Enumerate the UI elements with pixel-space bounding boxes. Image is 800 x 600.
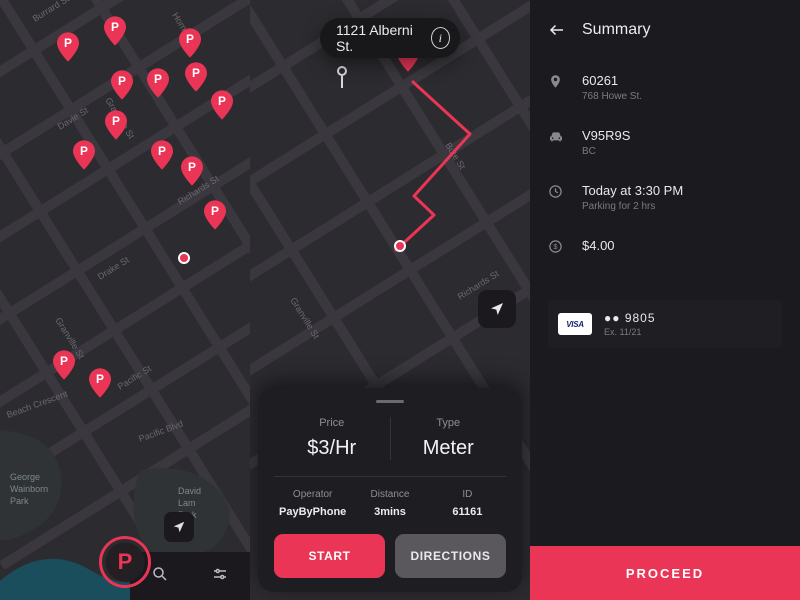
summary-item-subtitle: BC: [582, 146, 630, 157]
locate-me-button[interactable]: [478, 290, 516, 328]
parking-pin[interactable]: P: [204, 200, 226, 230]
id-label: ID: [429, 489, 506, 500]
summary-item: Today at 3:30 PM Parking for 2 hrs: [548, 170, 782, 225]
svg-text:P: P: [112, 114, 120, 128]
operator-value: PayByPhone: [274, 506, 351, 518]
pin-icon: [548, 74, 566, 94]
logo-letter: P: [118, 549, 133, 575]
id-value: 61161: [429, 506, 506, 518]
summary-item-subtitle: 768 Howe St.: [582, 91, 642, 102]
svg-text:P: P: [64, 36, 72, 50]
parking-pin[interactable]: P: [104, 16, 126, 46]
svg-text:$: $: [553, 242, 558, 251]
app-logo-button[interactable]: P: [99, 536, 151, 588]
parking-pin[interactable]: P: [151, 140, 173, 170]
parking-pin[interactable]: P: [105, 110, 127, 140]
money-icon: $: [548, 239, 566, 259]
svg-text:David: David: [178, 486, 201, 496]
summary-item-title: V95R9S: [582, 128, 630, 143]
locate-me-button[interactable]: [164, 512, 194, 542]
arrow-left-icon: [548, 21, 566, 39]
svg-text:Lam: Lam: [178, 498, 196, 508]
parking-pin[interactable]: P: [179, 28, 201, 58]
clock-icon: [548, 184, 566, 204]
route-origin-marker: [337, 66, 347, 88]
address-pill[interactable]: 1121 Alberni St. i: [320, 18, 460, 58]
sliders-icon: [211, 565, 229, 583]
parking-pin[interactable]: P: [211, 90, 233, 120]
operator-label: Operator: [274, 489, 351, 500]
location-arrow-icon: [489, 301, 505, 317]
svg-text:P: P: [211, 204, 219, 218]
filters-button[interactable]: [211, 565, 229, 588]
parking-pin[interactable]: P: [89, 368, 111, 398]
svg-text:P: P: [111, 20, 119, 34]
svg-text:Burrard St: Burrard St: [31, 0, 72, 24]
parking-pin[interactable]: P: [57, 32, 79, 62]
svg-text:Wainborn: Wainborn: [10, 484, 48, 494]
page-title: Summary: [582, 21, 650, 39]
visa-badge: VISA: [558, 313, 592, 335]
search-button[interactable]: [151, 565, 169, 588]
card-last4: ●● 9805: [604, 311, 656, 325]
back-button[interactable]: [548, 20, 568, 40]
distance-value: 3mins: [351, 506, 428, 518]
parking-pin[interactable]: P: [147, 68, 169, 98]
proceed-button[interactable]: PROCEED: [530, 546, 800, 600]
info-button[interactable]: i: [431, 27, 450, 49]
map-overview-pane: George Wainborn Park David Lam Park Burr…: [0, 0, 250, 600]
svg-text:P: P: [80, 144, 88, 158]
parking-pin[interactable]: P: [73, 140, 95, 170]
summary-pane: Summary 60261 768 Howe St. V95R9S BC Today a…: [530, 0, 800, 600]
start-button[interactable]: START: [274, 534, 385, 578]
summary-item: $ $4.00: [548, 225, 782, 272]
summary-item-title: 60261: [582, 73, 642, 88]
payment-method-card[interactable]: VISA ●● 9805 Ex. 11/21: [548, 300, 782, 348]
svg-text:P: P: [158, 144, 166, 158]
info-icon: i: [439, 31, 442, 46]
search-icon: [151, 565, 169, 583]
price-label: Price: [274, 417, 390, 429]
svg-text:P: P: [96, 372, 104, 386]
type-label: Type: [391, 417, 507, 429]
car-icon: [548, 129, 566, 150]
svg-text:P: P: [186, 32, 194, 46]
svg-text:P: P: [118, 74, 126, 88]
svg-text:Park: Park: [10, 496, 29, 506]
location-arrow-icon: [172, 520, 186, 534]
parking-pin[interactable]: P: [181, 156, 203, 186]
parking-pin[interactable]: P: [53, 350, 75, 380]
details-sheet: Price $3/Hr Type Meter Operator PayByPho…: [258, 388, 522, 592]
parking-pin[interactable]: P: [111, 70, 133, 100]
summary-item: 60261 768 Howe St.: [548, 60, 782, 115]
svg-text:P: P: [192, 66, 200, 80]
parking-pin[interactable]: P: [185, 62, 207, 92]
svg-text:P: P: [60, 354, 68, 368]
svg-text:P: P: [154, 72, 162, 86]
svg-text:P: P: [188, 160, 196, 174]
address-text: 1121 Alberni St.: [336, 22, 421, 54]
svg-text:George: George: [10, 472, 40, 482]
distance-label: Distance: [351, 489, 428, 500]
summary-item: V95R9S BC: [548, 115, 782, 170]
summary-item-title: Today at 3:30 PM: [582, 183, 683, 198]
route-detail-pane: Bute St Granville St Richards St P 1121 …: [250, 0, 530, 600]
summary-item-title: $4.00: [582, 238, 615, 253]
directions-button[interactable]: DIRECTIONS: [395, 534, 506, 578]
route-end-dot: [394, 240, 406, 252]
user-location-dot: [178, 252, 190, 264]
sheet-drag-handle[interactable]: [376, 400, 404, 403]
card-expiry: Ex. 11/21: [604, 327, 656, 337]
type-value: Meter: [391, 437, 507, 460]
price-value: $3/Hr: [274, 437, 390, 460]
summary-item-subtitle: Parking for 2 hrs: [582, 201, 683, 212]
svg-text:P: P: [218, 94, 226, 108]
